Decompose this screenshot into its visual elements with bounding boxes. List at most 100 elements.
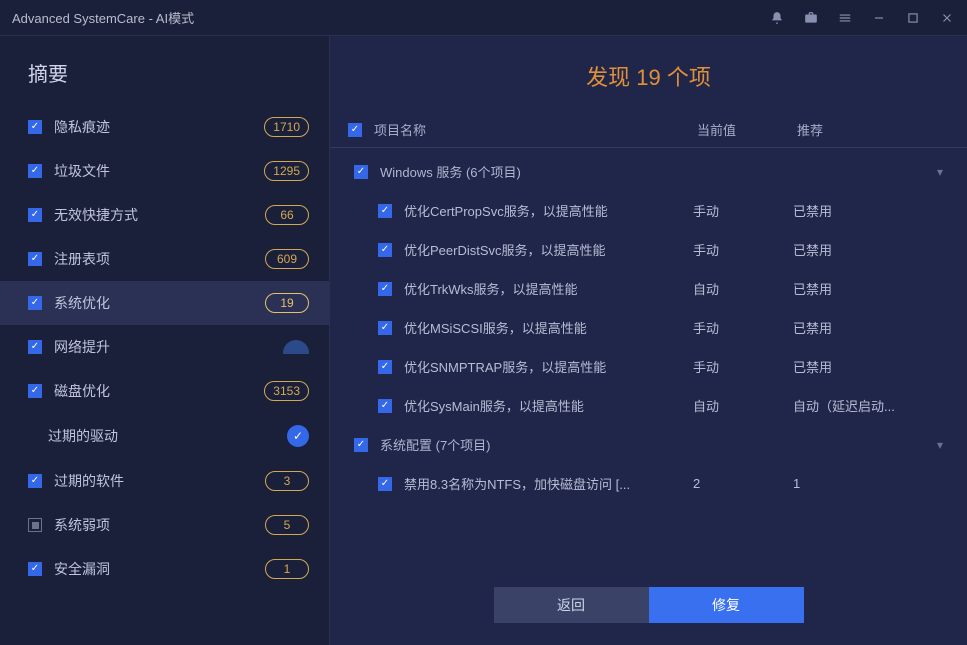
sidebar-checkbox[interactable] [28,252,42,266]
back-button[interactable]: 返回 [494,587,649,623]
item-name-text: 优化MSiSCSI服务，以提高性能 [404,318,587,337]
titlebar-icons [769,10,955,26]
item-recommended-value: 1 [793,476,943,491]
sidebar-checkbox[interactable] [28,164,42,178]
sidebar-checkbox[interactable] [28,120,42,134]
sidebar-count-badge: 1 [265,559,309,579]
maximize-icon[interactable] [905,10,921,26]
main-header: 发现 19 个项 [330,36,967,112]
sidebar-checkbox[interactable] [28,474,42,488]
sidebar-count-badge: 1295 [264,161,309,181]
sidebar-item-label: 系统优化 [54,293,265,313]
sidebar-item-label: 注册表项 [54,249,265,269]
item-row[interactable]: 优化CertPropSvc服务，以提高性能 手动已禁用 [330,191,967,230]
sidebar-count-badge: 3 [265,471,309,491]
sidebar-item-label: 系统弱项 [54,515,265,535]
item-current-value: 自动 [693,396,793,415]
chevron-down-icon: ▾ [937,165,943,179]
titlebar-text: Advanced SystemCare - AI模式 [12,8,769,27]
item-checkbox[interactable] [378,282,392,296]
sidebar-item[interactable]: 系统优化19 [0,281,329,325]
content: 摘要 隐私痕迹1710垃圾文件1295无效快捷方式66注册表项609系统优化19… [0,36,967,645]
item-current-value: 自动 [693,279,793,298]
item-recommended-value: 已禁用 [793,201,943,220]
item-row[interactable]: 优化PeerDistSvc服务，以提高性能手动已禁用 [330,230,967,269]
sidebar-item[interactable]: 注册表项609 [0,237,329,281]
status-blob-icon [283,340,309,354]
group-row[interactable]: Windows 服务 (6个项目) ▾ [330,152,967,191]
sidebar-item[interactable]: 无效快捷方式66 [0,193,329,237]
group-label: Windows 服务 (6个项目) [380,162,521,181]
table-body: Windows 服务 (6个项目)▾优化CertPropSvc服务，以提高性能手… [330,148,967,571]
sidebar-count-badge: 19 [265,293,309,313]
sidebar-checkbox[interactable] [28,340,42,354]
col-name-header: 项目名称 [374,120,426,139]
item-current-value: 2 [693,476,793,491]
sidebar-checkbox[interactable] [28,296,42,310]
item-checkbox[interactable] [378,321,392,335]
item-row[interactable]: 优化MSiSCSI服务，以提高性能 手动已禁用 [330,308,967,347]
item-row[interactable]: 优化TrkWks服务，以提高性能 自动已禁用 [330,269,967,308]
close-icon[interactable] [939,10,955,26]
col-recommended-header: 推荐 [797,120,947,139]
item-checkbox[interactable] [378,243,392,257]
sidebar-item-label: 过期的驱动 [48,426,287,446]
sidebar-item-label: 安全漏洞 [54,559,265,579]
sidebar-item-label: 过期的软件 [54,471,265,491]
sidebar-item[interactable]: 系统弱项5 [0,503,329,547]
item-checkbox[interactable] [378,204,392,218]
fix-button[interactable]: 修复 [649,587,804,623]
item-current-value: 手动 [693,318,793,337]
item-recommended-value: 自动（延迟启动... [793,396,943,415]
item-row[interactable]: 禁用8.3名称为NTFS，加快磁盘访问 [...21 [330,464,967,503]
sidebar-count-badge: 5 [265,515,309,535]
sidebar-count-badge: 66 [265,205,309,225]
item-name-text: 优化SNMPTRAP服务，以提高性能 [404,357,606,376]
item-recommended-value: 已禁用 [793,279,943,298]
sidebar-item[interactable]: 过期的驱动 [0,413,329,459]
sidebar-item-label: 隐私痕迹 [54,117,264,137]
item-row[interactable]: 优化SysMain服务，以提高性能 自动自动（延迟启动... [330,386,967,425]
item-current-value: 手动 [693,240,793,259]
item-checkbox[interactable] [378,399,392,413]
item-recommended-value: 已禁用 [793,318,943,337]
sidebar-checkbox[interactable] [28,208,42,222]
sidebar-count-badge: 3153 [264,381,309,401]
item-checkbox[interactable] [378,477,392,491]
sidebar-item-label: 网络提升 [54,337,283,357]
sidebar-header: 摘要 [0,36,329,105]
item-name-text: 优化TrkWks服务，以提高性能 [404,279,578,298]
item-row[interactable]: 优化SNMPTRAP服务，以提高性能 手动已禁用 [330,347,967,386]
menu-icon[interactable] [837,10,853,26]
item-current-value: 手动 [693,357,793,376]
item-recommended-value: 已禁用 [793,240,943,259]
action-bar: 返回 修复 [330,571,967,645]
sidebar-item[interactable]: 安全漏洞1 [0,547,329,591]
sidebar-checkbox[interactable] [28,518,42,532]
sidebar-item[interactable]: 垃圾文件1295 [0,149,329,193]
sidebar-item[interactable]: 网络提升 [0,325,329,369]
titlebar: Advanced SystemCare - AI模式 [0,0,967,36]
group-row[interactable]: 系统配置 (7个项目)▾ [330,425,967,464]
group-checkbox[interactable] [354,165,368,179]
sidebar-item[interactable]: 过期的软件3 [0,459,329,503]
group-checkbox[interactable] [354,438,368,452]
toolbox-icon[interactable] [803,10,819,26]
col-current-header: 当前值 [697,120,797,139]
main-title: 发现 19 个项 [330,60,967,92]
item-checkbox[interactable] [378,360,392,374]
sidebar-checkbox[interactable] [28,384,42,398]
minimize-icon[interactable] [871,10,887,26]
check-circle-icon [287,425,309,447]
table-header: 项目名称 当前值 推荐 [330,112,967,148]
sidebar-checkbox[interactable] [28,562,42,576]
item-name-text: 优化CertPropSvc服务，以提高性能 [404,201,608,220]
sidebar-item[interactable]: 磁盘优化3153 [0,369,329,413]
sidebar: 摘要 隐私痕迹1710垃圾文件1295无效快捷方式66注册表项609系统优化19… [0,36,330,645]
item-current-value: 手动 [693,201,793,220]
bell-icon[interactable] [769,10,785,26]
select-all-checkbox[interactable] [348,123,362,137]
item-name-text: 优化SysMain服务，以提高性能 [404,396,584,415]
item-recommended-value: 已禁用 [793,357,943,376]
sidebar-item[interactable]: 隐私痕迹1710 [0,105,329,149]
